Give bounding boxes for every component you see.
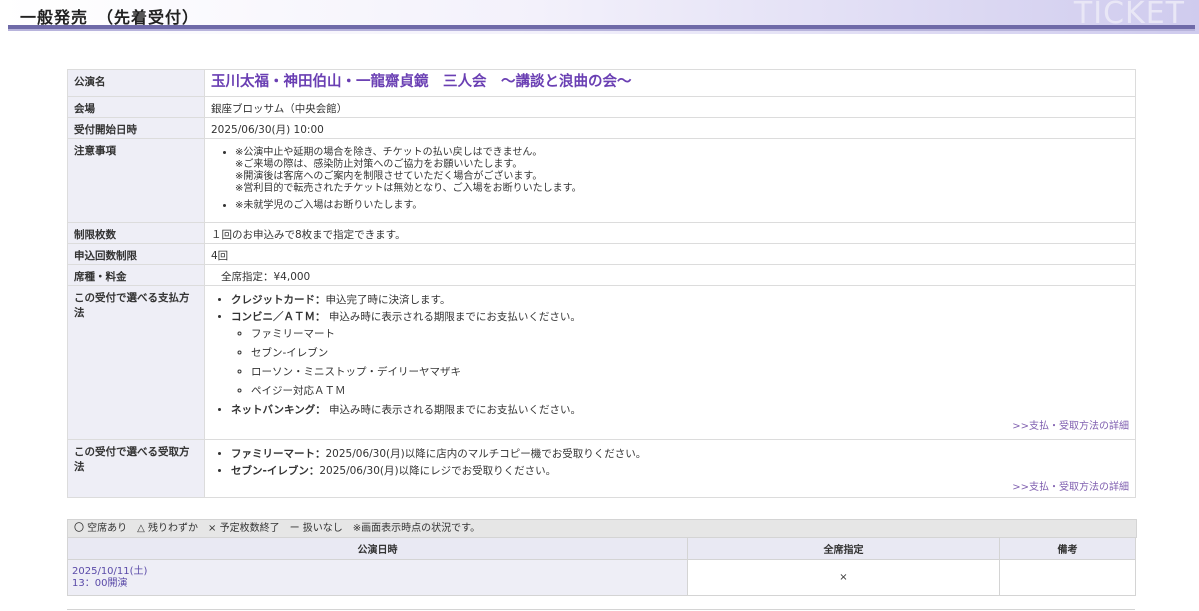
note-item: ※公演中止や延期の場合を除き、チケットの払い戻しはできません。 <box>235 147 543 158</box>
performance-note <box>999 559 1136 596</box>
limit-value: １回のお申込みで8枚まで指定できます。 <box>204 222 1136 244</box>
payment-cvs-name: コンビニ／ＡＴＭ： <box>231 311 326 323</box>
limit-label: 制限枚数 <box>67 222 205 244</box>
seat-label: 席種・料金 <box>67 264 205 286</box>
col-header-note: 備考 <box>999 537 1136 560</box>
receive-familymart: ファミリーマート：2025/06/30(月)以降に店内のマルチコピー機でお受取り… <box>231 448 1129 460</box>
performance-time: 13：00開演 <box>72 577 128 589</box>
page-header: 一般発売 （先着受付） TICKET <box>0 0 1199 34</box>
receive-se-desc: 2025/06/30(月)以降にレジでお受取りください。 <box>319 465 557 477</box>
receive-fm-desc: 2025/06/30(月)以降に店内のマルチコピー機でお受取りください。 <box>325 448 647 460</box>
note-item: ※営利目的で転売されたチケットは無効となり、ご入場をお断りいたします。 <box>235 183 582 194</box>
receive-seven: セブン-イレブン：2025/06/30(月)以降にレジでお受取りください。 <box>231 465 1129 477</box>
payment-net-desc: 申込み時に表示される期限までにお支払いください。 <box>325 404 582 416</box>
payment-net-name: ネットバンキング： <box>231 404 326 416</box>
notes-label: 注意事項 <box>67 138 205 223</box>
performance-label: 公演名 <box>67 69 205 97</box>
header-divider-light <box>8 29 1195 31</box>
cvs-option: ローソン・ミニストップ・デイリーヤマザキ <box>251 366 1129 378</box>
seat-status[interactable]: × <box>687 559 1000 596</box>
payment-credit-name: クレジットカード： <box>231 294 326 306</box>
note-item: ※未就学児のご入場はお断りいたします。 <box>235 200 1129 212</box>
performance-schedule-table: 公演日時 全席指定 備考 2025/10/11(土) 13：00開演 × <box>67 537 1136 596</box>
payment-cvs-desc: 申込み時に表示される期限までにお支払いください。 <box>325 311 581 323</box>
receive-fm-name: ファミリーマート： <box>231 448 326 460</box>
performance-title: 玉川太福・神田伯山・一龍齋貞鏡 三人会 〜講談と浪曲の会〜 <box>211 74 632 90</box>
apply-limit-label: 申込回数制限 <box>67 243 205 265</box>
event-info-table: 公演名 玉川太福・神田伯山・一龍齋貞鏡 三人会 〜講談と浪曲の会〜 会場 銀座ブ… <box>67 69 1136 498</box>
venue-value: 銀座ブロッサム（中央会館） <box>204 96 1136 118</box>
payment-label: この受付で選べる支払方法 <box>67 285 205 440</box>
venue-label: 会場 <box>67 96 205 118</box>
receive-detail-link[interactable]: >>支払・受取方法の詳細 <box>211 482 1129 494</box>
start-label: 受付開始日時 <box>67 117 205 139</box>
table-row[interactable]: 2025/10/11(土) 13：00開演 × <box>67 559 1136 596</box>
cvs-option: ペイジー対応ＡＴＭ <box>251 385 1129 397</box>
receive-label: この受付で選べる受取方法 <box>67 439 205 498</box>
start-value: 2025/06/30(月) 10:00 <box>204 117 1136 139</box>
note-item: ※開演後は客席へのご案内を制限させていただく場合がございます。 <box>235 171 543 182</box>
seat-value: 全席指定：¥4,000 <box>204 264 1136 286</box>
note-item: ※ご来場の際は、感染防止対策へのご協力をお願いいたします。 <box>235 159 523 170</box>
bottom-divider <box>67 609 1135 610</box>
availability-legend: 〇 空席あり △ 残りわずか × 予定枚数終了 ー 扱いなし ※画面表示時点の状… <box>67 519 1137 538</box>
cvs-option: ファミリーマート <box>251 328 1129 340</box>
col-header-seat: 全席指定 <box>687 537 1000 560</box>
cvs-option: セブン-イレブン <box>251 347 1129 359</box>
payment-netbank: ネットバンキング： 申込み時に表示される期限までにお支払いください。 <box>231 404 1129 416</box>
cvs-options-list: ファミリーマート セブン-イレブン ローソン・ミニストップ・デイリーヤマザキ ペ… <box>231 328 1129 397</box>
apply-limit-value: 4回 <box>204 243 1136 265</box>
payment-methods-list: クレジットカード：申込完了時に決済します。 コンビニ／ＡＴＭ： 申込み時に表示さ… <box>211 294 1129 416</box>
payment-convenience: コンビニ／ＡＴＭ： 申込み時に表示される期限までにお支払いください。 ファミリー… <box>231 311 1129 397</box>
payment-credit-desc: 申込完了時に決済します。 <box>325 294 451 306</box>
receive-se-name: セブン-イレブン： <box>231 465 320 477</box>
performance-date: 2025/10/11(土) <box>72 565 148 577</box>
payment-credit: クレジットカード：申込完了時に決済します。 <box>231 294 1129 306</box>
performance-datetime: 2025/10/11(土) 13：00開演 <box>67 559 688 596</box>
notes-list: ※公演中止や延期の場合を除き、チケットの払い戻しはできません。 ※ご来場の際は、… <box>211 147 1129 212</box>
payment-detail-link[interactable]: >>支払・受取方法の詳細 <box>211 421 1129 433</box>
col-header-date: 公演日時 <box>67 537 688 560</box>
receive-methods-list: ファミリーマート：2025/06/30(月)以降に店内のマルチコピー機でお受取り… <box>211 448 1129 477</box>
